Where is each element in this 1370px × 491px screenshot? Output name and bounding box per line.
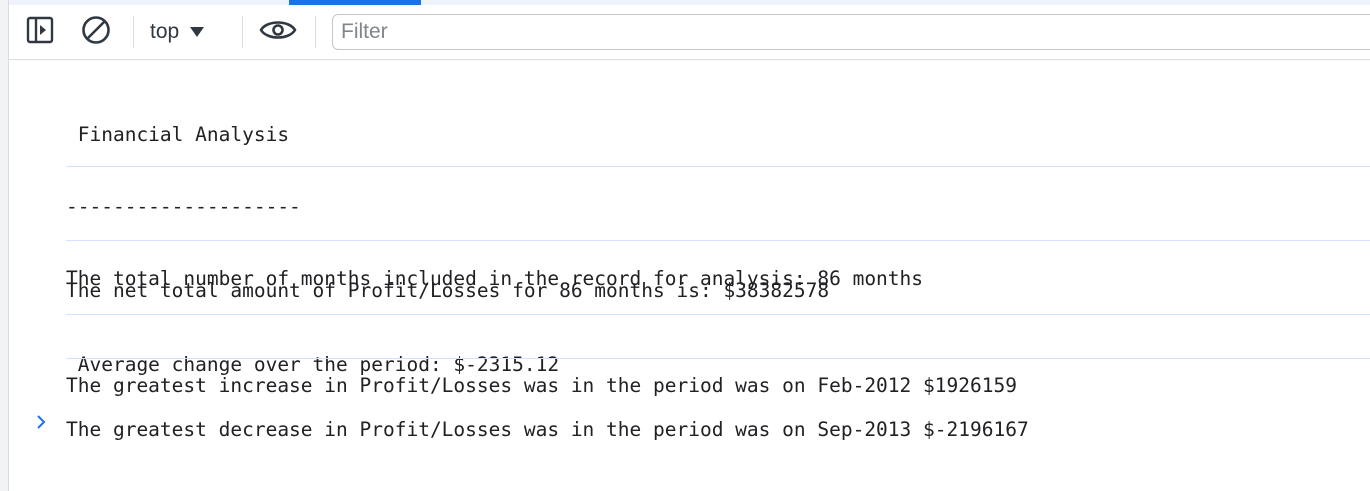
- console-output: Financial Analysis -------------------- …: [9, 60, 1370, 491]
- toolbar-divider: [315, 16, 316, 48]
- message-divider: [66, 314, 1370, 315]
- console-prompt[interactable]: [34, 414, 48, 430]
- console-toolbar: top: [9, 5, 1370, 60]
- message-divider: [66, 358, 1370, 359]
- console-message: The greatest decrease in Profit/Losses w…: [66, 370, 1370, 490]
- message-divider: [66, 240, 1370, 241]
- live-expression-button[interactable]: [259, 15, 297, 49]
- toolbar-divider: [133, 16, 134, 48]
- block-icon: [80, 14, 112, 50]
- dropdown-arrow-icon: [189, 23, 205, 42]
- context-selector[interactable]: top: [144, 15, 211, 49]
- left-edge-panel: [0, 0, 9, 491]
- context-label: top: [150, 20, 180, 43]
- eye-icon: [259, 17, 297, 47]
- clear-console-button[interactable]: [79, 15, 113, 49]
- message-divider: [66, 166, 1370, 167]
- message-line: The greatest decrease in Profit/Losses w…: [66, 418, 1029, 441]
- toolbar-divider: [242, 16, 243, 48]
- sidebar-toggle-button[interactable]: [23, 15, 57, 49]
- message-line: Financial Analysis: [66, 123, 290, 146]
- chevron-right-icon: [34, 415, 48, 434]
- sidebar-icon: [25, 15, 55, 49]
- filter-input[interactable]: [332, 14, 1370, 50]
